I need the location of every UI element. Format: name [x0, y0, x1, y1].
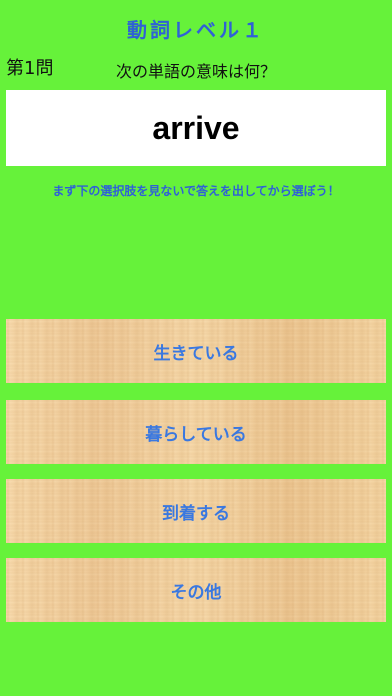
word-card: arrive [6, 90, 386, 166]
choice-label: 生きている [153, 343, 239, 364]
choice-label: その他 [170, 582, 222, 603]
choice-button-1[interactable]: 生きている [6, 319, 386, 383]
hint-text: まず下の選択肢を見ないで答えを出してから選ぼう！ [52, 184, 340, 198]
question-number: 第1問 [6, 58, 54, 79]
page-title: 動詞レベル１ [127, 18, 265, 42]
choice-label: 到着する [162, 503, 230, 524]
question-prompt: 次の単語の意味は何？ [115, 62, 276, 81]
choice-label: 暮らしている [145, 424, 247, 445]
question-word: arrive [152, 109, 240, 146]
choice-button-3[interactable]: 到着する [6, 479, 386, 543]
choice-button-4[interactable]: その他 [6, 558, 386, 622]
choice-button-2[interactable]: 暮らしている [6, 400, 386, 464]
